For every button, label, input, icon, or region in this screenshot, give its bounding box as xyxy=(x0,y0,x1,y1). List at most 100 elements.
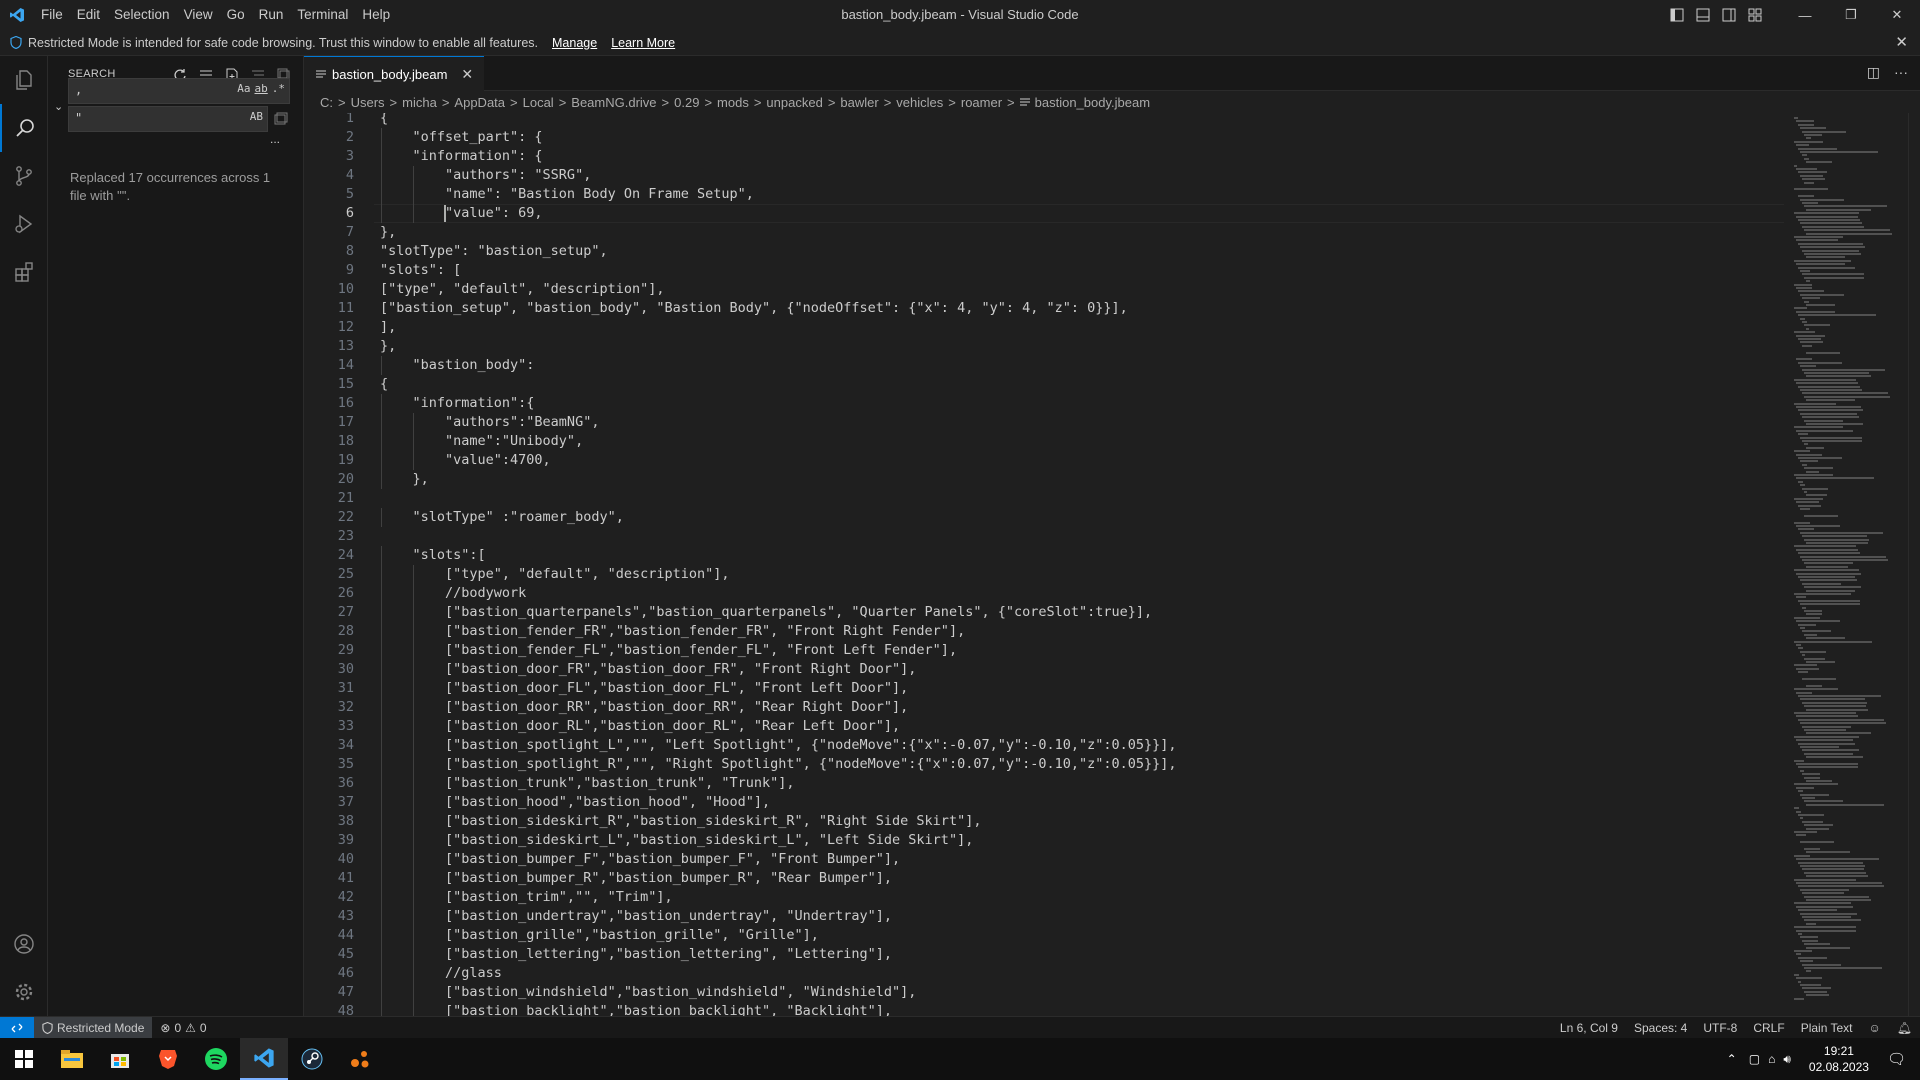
problems-status[interactable]: ⊗ 0 ⚠ 0 xyxy=(152,1017,214,1039)
menu-go[interactable]: Go xyxy=(220,0,252,30)
indentation[interactable]: Spaces: 4 xyxy=(1626,1017,1695,1039)
code-line[interactable]: 14 "bastion_body": xyxy=(304,356,1784,375)
learn-more-link[interactable]: Learn More xyxy=(611,36,675,50)
restore-button[interactable]: ❐ xyxy=(1828,0,1874,30)
minimap[interactable] xyxy=(1794,113,1908,1016)
toggle-search-details-button[interactable]: ... xyxy=(270,132,280,146)
code-line[interactable]: 46 //glass xyxy=(304,964,1784,983)
code-line[interactable]: 22 "slotType" :"roamer_body", xyxy=(304,508,1784,527)
code-line[interactable]: 35 ["bastion_spotlight_R","", "Right Spo… xyxy=(304,755,1784,774)
code-line[interactable]: 34 ["bastion_spotlight_L","", "Left Spot… xyxy=(304,736,1784,755)
restricted-mode-status[interactable]: Restricted Mode xyxy=(34,1016,153,1039)
code-line[interactable]: 23 xyxy=(304,527,1784,546)
code-line[interactable]: 48 ["bastion_backlight","bastion_backlig… xyxy=(304,1002,1784,1016)
code-line[interactable]: 33 ["bastion_door_RL","bastion_door_RL",… xyxy=(304,717,1784,736)
code-line[interactable]: 7}, xyxy=(304,223,1784,242)
code-line[interactable]: 8 "slotType": "bastion_setup", xyxy=(304,242,1784,261)
language-mode[interactable]: Plain Text xyxy=(1793,1017,1861,1039)
code-line[interactable]: 39 ["bastion_sideskirt_L","bastion_sides… xyxy=(304,831,1784,850)
taskbar-clock[interactable]: 19:21 02.08.2023 xyxy=(1809,1043,1869,1075)
search-icon[interactable] xyxy=(0,104,48,152)
code-line[interactable]: 19 "value":4700, xyxy=(304,451,1784,470)
encoding[interactable]: UTF-8 xyxy=(1695,1017,1745,1039)
accounts-icon[interactable] xyxy=(0,920,48,968)
code-line[interactable]: 47 ["bastion_windshield","bastion_windsh… xyxy=(304,983,1784,1002)
toggle-panel-icon[interactable] xyxy=(1690,0,1716,30)
code-line[interactable]: 24 "slots":[ xyxy=(304,546,1784,565)
tab-bastion-body[interactable]: bastion_body.jbeam ✕ xyxy=(304,56,484,91)
code-line[interactable]: 16 "information":{ xyxy=(304,394,1784,413)
code-line[interactable]: 12], xyxy=(304,318,1784,337)
code-line[interactable]: 3 "information": { xyxy=(304,147,1784,166)
code-line[interactable]: 5 "name": "Bastion Body On Frame Setup", xyxy=(304,185,1784,204)
notifications-bell-icon[interactable]: 🔔︎ xyxy=(1889,1017,1920,1039)
code-line[interactable]: 30 ["bastion_door_FR","bastion_door_FR",… xyxy=(304,660,1784,679)
code-line[interactable]: 28 ["bastion_fender_FR","bastion_fender_… xyxy=(304,622,1784,641)
customize-layout-icon[interactable] xyxy=(1742,0,1768,30)
code-line[interactable]: 45 ["bastion_lettering","bastion_letteri… xyxy=(304,945,1784,964)
code-line[interactable]: 21 xyxy=(304,489,1784,508)
breadcrumb-item[interactable]: C: xyxy=(320,95,333,110)
windows-start-icon[interactable] xyxy=(0,1038,48,1080)
code-line[interactable]: 13}, xyxy=(304,337,1784,356)
explorer-icon[interactable] xyxy=(0,56,48,104)
chevron-up-icon[interactable]: ⌃ xyxy=(1727,1052,1737,1066)
search-input[interactable]: , Aa ab .* xyxy=(68,78,290,104)
code-line[interactable]: 44 ["bastion_grille","bastion_grille", "… xyxy=(304,926,1784,945)
match-whole-word-toggle[interactable]: ab xyxy=(255,82,268,95)
breadcrumb-item[interactable]: unpacked xyxy=(766,95,822,110)
banner-close-button[interactable]: ✕ xyxy=(1895,33,1908,51)
replace-input[interactable]: " AB xyxy=(68,106,268,132)
code-line[interactable]: 6 "value": 69, xyxy=(304,204,1784,223)
steam-icon[interactable] xyxy=(288,1038,336,1080)
volume-icon[interactable]: 🔊︎ xyxy=(1783,1052,1791,1067)
cursor-position[interactable]: Ln 6, Col 9 xyxy=(1552,1017,1626,1039)
menu-file[interactable]: File xyxy=(34,0,70,30)
code-line[interactable]: 25 ["type", "default", "description"], xyxy=(304,565,1784,584)
toggle-replace-icon[interactable]: ⌄ xyxy=(54,100,63,113)
end-of-line[interactable]: CRLF xyxy=(1745,1017,1792,1039)
gear-icon[interactable] xyxy=(0,968,48,1016)
code-line[interactable]: 10 ["type", "default", "description"], xyxy=(304,280,1784,299)
breadcrumb-item[interactable]: AppData xyxy=(454,95,505,110)
menu-terminal[interactable]: Terminal xyxy=(290,0,355,30)
breadcrumb-item[interactable]: Local xyxy=(523,95,554,110)
microsoft-store-icon[interactable] xyxy=(96,1038,144,1080)
toggle-primary-sidebar-icon[interactable] xyxy=(1664,0,1690,30)
code-line[interactable]: 4 "authors": "SSRG", xyxy=(304,166,1784,185)
menu-view[interactable]: View xyxy=(177,0,220,30)
code-line[interactable]: 36 ["bastion_trunk","bastion_trunk", "Tr… xyxy=(304,774,1784,793)
minimize-button[interactable]: — xyxy=(1782,0,1828,30)
code-line[interactable]: 42 ["bastion_trim","", "Trim"], xyxy=(304,888,1784,907)
remote-indicator[interactable] xyxy=(0,1016,34,1039)
code-line[interactable]: 29 ["bastion_fender_FL","bastion_fender_… xyxy=(304,641,1784,660)
code-line[interactable]: 18 "name":"Unibody", xyxy=(304,432,1784,451)
code-line[interactable]: 17 "authors":"BeamNG", xyxy=(304,413,1784,432)
breadcrumb-item[interactable]: roamer xyxy=(961,95,1002,110)
code-line[interactable]: 26 //bodywork xyxy=(304,584,1784,603)
breadcrumb-item[interactable]: Users xyxy=(351,95,385,110)
breadcrumb-item[interactable]: micha xyxy=(402,95,437,110)
breadcrumb-item[interactable]: bawler xyxy=(840,95,878,110)
replace-all-icon[interactable] xyxy=(274,112,288,131)
menu-edit[interactable]: Edit xyxy=(70,0,107,30)
preserve-case-toggle[interactable]: AB xyxy=(250,110,263,123)
split-editor-button[interactable]: ◫ xyxy=(1867,64,1880,81)
vscode-taskbar-icon[interactable] xyxy=(240,1038,288,1080)
run-debug-icon[interactable] xyxy=(0,200,48,248)
code-line[interactable]: 9 "slots": [ xyxy=(304,261,1784,280)
manage-link[interactable]: Manage xyxy=(552,36,597,50)
use-regex-toggle[interactable]: .* xyxy=(272,82,285,95)
code-line[interactable]: 11 ["bastion_setup", "bastion_body", "Bas… xyxy=(304,299,1784,318)
code-line[interactable]: 43 ["bastion_undertray","bastion_undertr… xyxy=(304,907,1784,926)
menu-selection[interactable]: Selection xyxy=(107,0,177,30)
editor-scrollbar[interactable] xyxy=(1908,113,1920,1016)
close-window-button[interactable]: ✕ xyxy=(1874,0,1920,30)
more-actions-button[interactable]: ··· xyxy=(1894,64,1908,81)
code-line[interactable]: 41 ["bastion_bumper_R","bastion_bumper_R… xyxy=(304,869,1784,888)
menu-help[interactable]: Help xyxy=(355,0,397,30)
code-line[interactable]: 40 ["bastion_bumper_F","bastion_bumper_F… xyxy=(304,850,1784,869)
code-line[interactable]: 20 }, xyxy=(304,470,1784,489)
spotify-icon[interactable] xyxy=(192,1038,240,1080)
brave-browser-icon[interactable] xyxy=(144,1038,192,1080)
